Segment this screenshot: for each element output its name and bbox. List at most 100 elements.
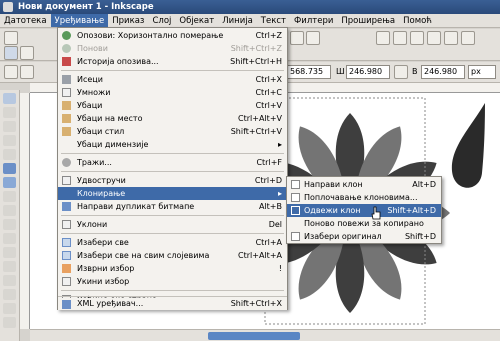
submenu-item-relink-clone[interactable]: Поново повежи за копирано bbox=[287, 217, 441, 230]
text-tool-icon[interactable] bbox=[393, 31, 407, 45]
menu-item-redo[interactable]: Понови Shift+Ctrl+Z bbox=[58, 42, 287, 55]
menu-separator bbox=[61, 70, 284, 71]
tweak-tool-icon[interactable] bbox=[3, 121, 16, 132]
window-title: Нови документ 1 - Inkscape bbox=[18, 2, 154, 12]
height-label: В bbox=[412, 67, 418, 76]
submenu-item-unlink-clone[interactable]: Одвежи клон Shift+Alt+D bbox=[287, 204, 441, 217]
selector-tool-icon[interactable] bbox=[3, 93, 16, 104]
width-field[interactable]: 246.980 bbox=[346, 65, 390, 79]
zoom-drawing-icon[interactable] bbox=[306, 31, 320, 45]
clone-icon bbox=[291, 180, 300, 189]
star-tool-icon[interactable] bbox=[3, 205, 16, 216]
toolbox bbox=[0, 90, 20, 341]
align-icon[interactable] bbox=[444, 31, 458, 45]
measure-tool-icon[interactable] bbox=[3, 149, 16, 160]
width-label: Ш bbox=[336, 67, 345, 76]
menu-separator bbox=[61, 290, 284, 291]
menu-edit[interactable]: Уређивање bbox=[50, 14, 109, 27]
copy-icon bbox=[62, 88, 71, 97]
horizontal-scrollbar[interactable] bbox=[30, 329, 500, 341]
calligraphy-tool-icon[interactable] bbox=[3, 261, 16, 272]
clone-submenu: Направи клон Alt+D Поплочавање клоновима… bbox=[286, 176, 442, 244]
menu-separator bbox=[61, 215, 284, 216]
submenu-item-select-original[interactable]: Изабери оригинал Shift+D bbox=[287, 230, 441, 243]
menu-help[interactable]: Помоћ bbox=[399, 14, 436, 27]
menu-item-clone[interactable]: Клонирање ▸ bbox=[58, 187, 287, 200]
unit-select[interactable]: px bbox=[468, 65, 496, 79]
submenu-arrow-icon: ▸ bbox=[277, 189, 282, 198]
3d-box-tool-icon[interactable] bbox=[3, 177, 16, 188]
menu-path[interactable]: Линија bbox=[218, 14, 257, 27]
invert-selection-icon bbox=[62, 264, 71, 273]
layers-icon[interactable] bbox=[410, 31, 424, 45]
redo-icon bbox=[62, 44, 71, 53]
menu-item-invert-selection[interactable]: Изврни избор ! bbox=[58, 262, 287, 275]
fill-stroke-icon[interactable] bbox=[427, 31, 441, 45]
flip-icon[interactable] bbox=[20, 65, 34, 79]
window-titlebar: Нови документ 1 - Inkscape bbox=[0, 0, 500, 14]
menu-filters[interactable]: Филтери bbox=[290, 14, 337, 27]
menu-item-cut[interactable]: Исеци Ctrl+X bbox=[58, 73, 287, 86]
menu-item-undo-history[interactable]: Историја опозива... Shift+Ctrl+H bbox=[58, 55, 287, 68]
menu-item-paste-style[interactable]: Убаци стил Shift+Ctrl+V bbox=[58, 125, 287, 138]
edit-icon[interactable] bbox=[376, 31, 390, 45]
select-all-layers-icon bbox=[62, 251, 71, 260]
menu-item-copy[interactable]: Умножи Ctrl+C bbox=[58, 86, 287, 99]
ellipse-tool-icon[interactable] bbox=[3, 191, 16, 202]
menu-item-undo[interactable]: Опозови: Хоризонтално померање Ctrl+Z bbox=[58, 29, 287, 42]
menu-item-deselect[interactable]: Укини избор bbox=[58, 275, 287, 288]
menu-separator bbox=[61, 153, 284, 154]
select-all-tool-icon[interactable] bbox=[4, 46, 18, 60]
menu-item-paste-in-place[interactable]: Убаци на место Ctrl+Alt+V bbox=[58, 112, 287, 125]
menu-item-paste[interactable]: Убаци Ctrl+V bbox=[58, 99, 287, 112]
pencil-tool-icon[interactable] bbox=[3, 233, 16, 244]
select-all-icon bbox=[62, 238, 71, 247]
menu-item-duplicate[interactable]: Удвостручи Ctrl+D bbox=[58, 174, 287, 187]
inkscape-app-icon bbox=[3, 2, 13, 12]
menu-item-select-all-layers[interactable]: Изабери све на свим слојевима Ctrl+Alt+A bbox=[58, 249, 287, 262]
bucket-tool-icon[interactable] bbox=[3, 317, 16, 328]
bitmap-copy-icon bbox=[62, 202, 71, 211]
tile-clones-icon bbox=[291, 193, 300, 202]
menu-item-xml-editor[interactable]: XML уређивач... Shift+Ctrl+X bbox=[58, 298, 287, 310]
node-tool-icon[interactable] bbox=[3, 107, 16, 118]
new-document-icon[interactable] bbox=[4, 31, 18, 45]
menu-view[interactable]: Приказ bbox=[108, 14, 148, 27]
pen-tool-icon[interactable] bbox=[3, 247, 16, 258]
menu-text[interactable]: Текст bbox=[257, 14, 290, 27]
menu-item-delete[interactable]: Уклони Del bbox=[58, 218, 287, 231]
menu-file[interactable]: Датотека bbox=[0, 14, 51, 27]
touch-select-icon[interactable] bbox=[20, 46, 34, 60]
x-position-field[interactable]: 568.735 bbox=[287, 65, 331, 79]
height-field[interactable]: 246.980 bbox=[421, 65, 465, 79]
menu-item-make-bitmap-copy[interactable]: Направи дупликат битмапе Alt+B bbox=[58, 200, 287, 213]
zoom-selection-icon[interactable] bbox=[290, 31, 304, 45]
menu-layer[interactable]: Слој bbox=[148, 14, 175, 27]
spiral-tool-icon[interactable] bbox=[3, 219, 16, 230]
menubar: Датотека Уређивање Приказ Слој Објекат Л… bbox=[0, 14, 500, 28]
text-tool-icon[interactable] bbox=[3, 275, 16, 286]
rectangle-tool-icon[interactable] bbox=[3, 163, 16, 174]
menu-item-find[interactable]: Тражи... Ctrl+F bbox=[58, 156, 287, 169]
menu-separator bbox=[61, 233, 284, 234]
paste-style-icon bbox=[62, 127, 71, 136]
submenu-item-tile-clones[interactable]: Поплочавање клоновима... bbox=[287, 191, 441, 204]
preferences-icon[interactable] bbox=[461, 31, 475, 45]
spray-tool-icon[interactable] bbox=[3, 289, 16, 300]
lock-ratio-icon[interactable] bbox=[394, 65, 408, 79]
submenu-arrow-icon: ▸ bbox=[277, 140, 282, 149]
menu-item-paste-size[interactable]: Убаци димензије ▸ bbox=[58, 138, 287, 151]
scrollbar-thumb[interactable] bbox=[208, 332, 300, 340]
zoom-tool-icon[interactable] bbox=[3, 135, 16, 146]
select-original-icon bbox=[291, 232, 300, 241]
menu-extensions[interactable]: Проширења bbox=[337, 14, 399, 27]
rotate-90-icon[interactable] bbox=[4, 65, 18, 79]
paste-in-place-icon bbox=[62, 114, 71, 123]
submenu-item-create-clone[interactable]: Направи клон Alt+D bbox=[287, 178, 441, 191]
edit-menu: Опозови: Хоризонтално померање Ctrl+Z По… bbox=[57, 27, 288, 310]
menu-object[interactable]: Објекат bbox=[175, 14, 218, 27]
menu-item-select-all[interactable]: Изабери све Ctrl+A bbox=[58, 236, 287, 249]
cut-icon bbox=[62, 75, 71, 84]
eraser-tool-icon[interactable] bbox=[3, 303, 16, 314]
duplicate-icon bbox=[62, 176, 71, 185]
